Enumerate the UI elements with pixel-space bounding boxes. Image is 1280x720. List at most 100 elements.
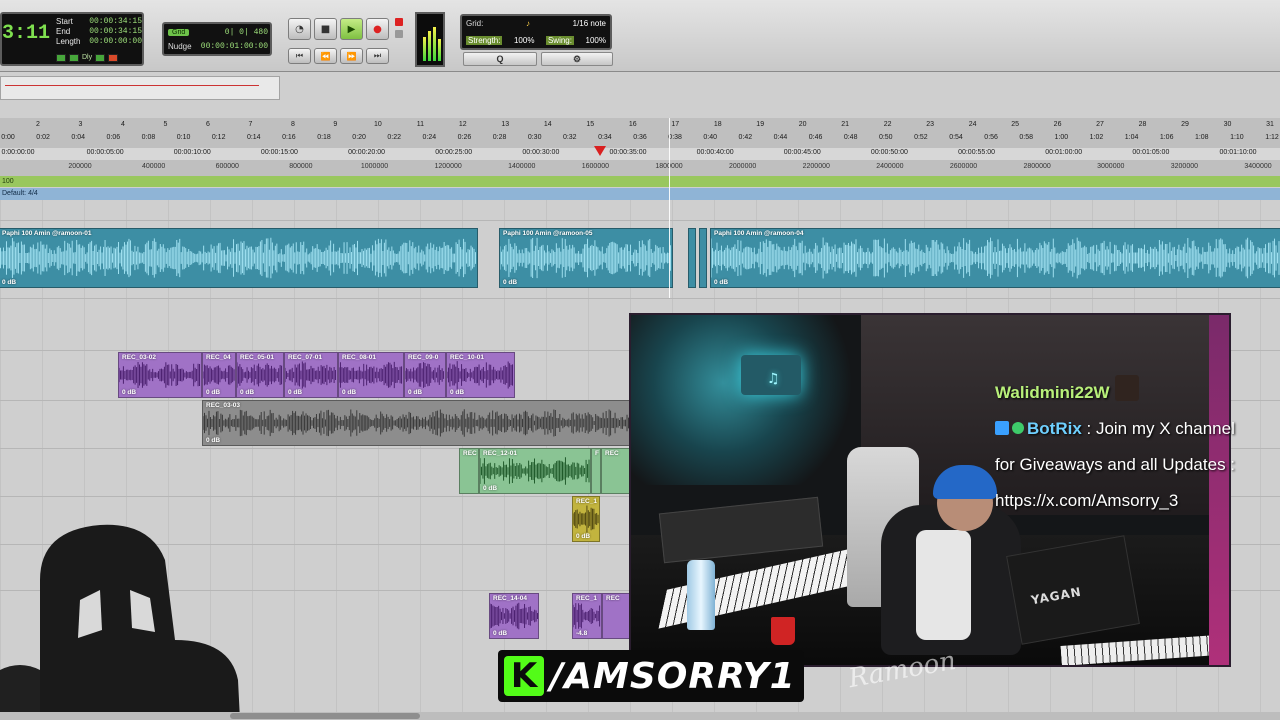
ruler-tick-label: 23 <box>926 121 935 128</box>
stop-button[interactable]: ■ <box>314 18 337 40</box>
meter-ruler[interactable]: Default: 4/4 <box>0 188 1280 200</box>
streamer-shirt <box>916 530 971 640</box>
go-to-end-button[interactable]: ⏭ <box>366 48 389 64</box>
nudge-button[interactable]: Nudge <box>168 42 192 51</box>
waveform <box>0 237 477 279</box>
beat-clip-2[interactable]: Paphi 100 Amin @ramoon-05 0 dB <box>499 228 673 288</box>
horizontal-scrollbar[interactable] <box>0 712 1280 720</box>
nudge-value[interactable]: 00:00:01:00:00 <box>201 42 268 51</box>
dly-label[interactable]: Dly <box>82 54 92 62</box>
waveform <box>203 409 631 437</box>
vocal-clip[interactable]: REC_04 0 dB <box>202 352 236 398</box>
vocal-clip[interactable]: REC_09-0 0 dB <box>404 352 446 398</box>
ruler-tick-label: 00:00:30:00 <box>522 149 560 156</box>
vocal-clip[interactable]: REC <box>601 448 631 494</box>
waveform <box>405 362 445 388</box>
return-to-zero-button[interactable]: ⏮ <box>288 48 311 64</box>
main-counter[interactable]: 3:11 Start 00:00:34:15 End 00:00:34:15 L… <box>0 12 144 66</box>
meter-bar-3 <box>433 27 436 61</box>
ruler-tick-label: 30 <box>1223 121 1232 128</box>
chat-username: BotRix <box>1027 419 1082 438</box>
vocal-clip[interactable]: REC_03-03 0 dB <box>202 400 632 446</box>
vocal-clip[interactable]: REC_12-01 0 dB <box>479 448 591 494</box>
chat-message-2: BotRix : Join my X channel for Giveaways… <box>995 411 1255 519</box>
vocal-clip[interactable]: REC_07-01 0 dB <box>284 352 338 398</box>
clip-name: REC_10-01 <box>450 354 484 361</box>
meter-value: Default: 4/4 <box>2 190 38 197</box>
screen: 3:11 Start 00:00:34:15 End 00:00:34:15 L… <box>0 0 1280 720</box>
kick-handle-banner: K /AMSORRY1 <box>498 650 804 702</box>
swing-label[interactable]: Swing: <box>545 36 574 45</box>
fast-forward-button[interactable]: ⏩ <box>340 48 363 64</box>
ruler-tick-label: 10 <box>373 121 382 128</box>
universe-view[interactable] <box>0 76 280 100</box>
vocal-clip[interactable]: REC <box>602 593 632 639</box>
beat-clip-1[interactable]: Paphi 100 Amin @ramoon-01 0 dB <box>0 228 478 288</box>
quantize-settings-button[interactable]: ⚙ <box>541 52 613 66</box>
timeline-rulers[interactable]: 2 3 4 5 6 7 8 9 10 11 12 13 14 15 16 17 18 19 20 21 22 23 24 25… <box>0 118 1280 178</box>
beat-clip-3[interactable]: Paphi 100 Amin @ramoon-04 0 dB <box>710 228 1280 288</box>
vocal-clip[interactable]: REC_08-01 0 dB <box>338 352 404 398</box>
meter-bar-left <box>423 37 426 61</box>
ruler-tick-label: 24 <box>968 121 977 128</box>
vocal-clip[interactable]: REC_14-04 0 dB <box>489 593 539 639</box>
record-button[interactable]: ● <box>366 18 389 40</box>
swing-value[interactable]: 100% <box>586 36 606 45</box>
track-divider <box>0 298 1280 299</box>
vocal-clip[interactable]: REC <box>459 448 479 494</box>
ruler-tick-label: 21 <box>841 121 850 128</box>
ruler-tick-label: 3200000 <box>1170 163 1199 170</box>
clip-name: REC <box>605 450 619 457</box>
ruler-tick-label: 7 <box>248 121 253 128</box>
length-value[interactable]: 00:00:00:00 <box>89 37 142 46</box>
min-secs-ruler[interactable]: 0:00 0:02 0:04 0:06 0:08 0:10 0:12 0:14 0:16 0:18… <box>0 133 1280 145</box>
ruler-tick-label: 0:10 <box>176 134 191 141</box>
vocal-clip[interactable]: REC_1 -4.8 <box>572 593 602 639</box>
grid-button[interactable]: Grid <box>168 29 190 36</box>
vocal-clip[interactable]: REC_10-01 0 dB <box>446 352 515 398</box>
end-value[interactable]: 00:00:34:15 <box>89 27 142 36</box>
rewind-button[interactable]: ⏪ <box>314 48 337 64</box>
vocal-clip[interactable]: REC_1 0 dB <box>572 496 600 542</box>
bars-beats-ruler[interactable]: 2 3 4 5 6 7 8 9 10 11 12 13 14 15 16 17 18 19 20 21 22 23 24 25… <box>0 120 1280 132</box>
online-button[interactable]: ◔ <box>288 18 311 40</box>
metronome-led[interactable] <box>95 54 106 62</box>
beat-clip-sliver-1[interactable] <box>688 228 696 288</box>
end-label: End <box>56 27 71 36</box>
clip-gain: 0 dB <box>240 389 255 396</box>
clip-name: REC_03-02 <box>122 354 156 361</box>
vocal-clip[interactable]: F <box>591 448 601 494</box>
ruler-tick-label: 2 <box>36 121 40 128</box>
strength-label[interactable]: Strength: <box>466 36 503 45</box>
ruler-tick-label: 15 <box>586 121 595 128</box>
play-button[interactable]: ▶ <box>340 18 363 40</box>
countoff-led[interactable] <box>108 54 119 62</box>
scrollbar-thumb[interactable] <box>230 713 420 719</box>
postroll-led[interactable] <box>69 54 79 62</box>
waveform <box>573 603 601 629</box>
vocal-clip[interactable]: REC_03-02 0 dB <box>118 352 202 398</box>
start-value[interactable]: 00:00:34:15 <box>89 17 142 26</box>
timecode-ruler[interactable]: 0:00:00:00 00:00:05:00 00:00:10:00 00:00:15… <box>0 148 1280 160</box>
preroll-led[interactable] <box>56 54 66 62</box>
vocal-clip[interactable]: REC_05-01 0 dB <box>236 352 284 398</box>
ruler-tick-label: 00:00:25:00 <box>435 149 473 156</box>
quantize-button[interactable]: Q <box>463 52 537 66</box>
clip-gain: 0 dB <box>714 279 729 286</box>
ruler-tick-label: 1600000 <box>581 163 610 170</box>
playhead-cursor[interactable] <box>669 118 670 298</box>
quantize-grid-value[interactable]: 1/16 note <box>573 19 606 28</box>
ruler-tick-label: 0:50 <box>878 134 893 141</box>
clip-name: REC_08-01 <box>342 354 376 361</box>
samples-ruler[interactable]: 200000 400000 600000 800000 1000000 1200000 14… <box>0 162 1280 174</box>
ruler-tick-label: 22 <box>883 121 892 128</box>
tempo-ruler[interactable]: 100 <box>0 176 1280 187</box>
ruler-tick-label: 0:42 <box>738 134 753 141</box>
beat-clip-sliver-2[interactable] <box>699 228 707 288</box>
clip-name: REC_04 <box>206 354 231 361</box>
selection-marker[interactable] <box>594 146 606 156</box>
strength-value[interactable]: 100% <box>514 36 534 45</box>
ruler-tick-label: 0:56 <box>984 134 998 141</box>
clip-name: REC_1 <box>576 595 597 602</box>
grid-value[interactable]: 0| 0| 480 <box>225 28 268 37</box>
